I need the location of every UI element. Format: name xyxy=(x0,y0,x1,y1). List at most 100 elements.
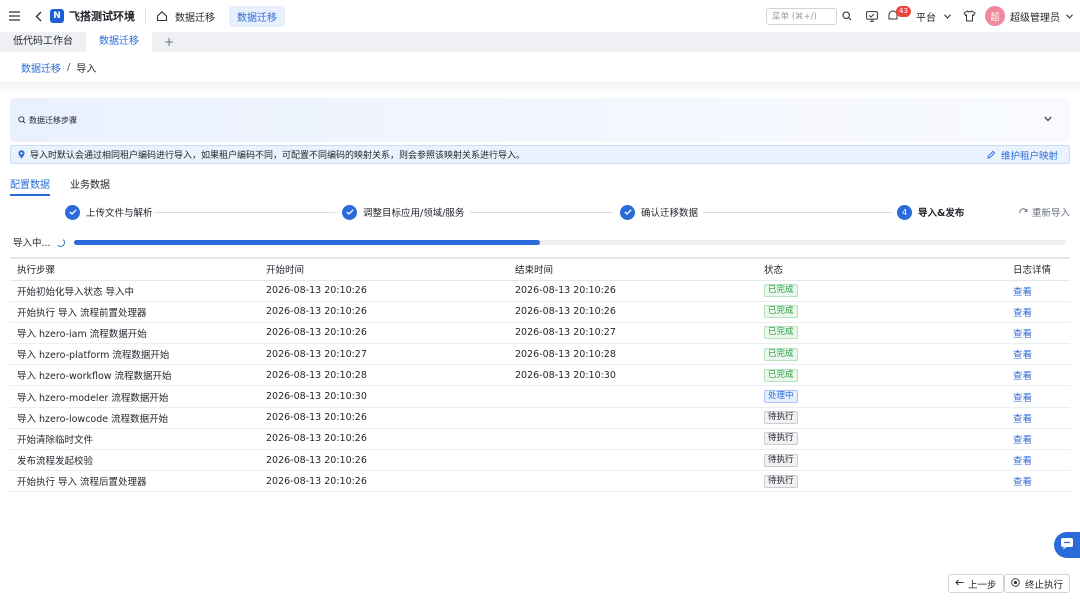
view-log-link[interactable]: 查看 xyxy=(1013,329,1032,340)
view-log-link[interactable]: 查看 xyxy=(1013,308,1032,319)
tab-business-data[interactable]: 业务数据 xyxy=(70,176,110,196)
edit-icon xyxy=(987,150,996,159)
status-cell: 已完成 xyxy=(757,343,1006,366)
search-icon[interactable] xyxy=(842,11,852,21)
col-end-time: 结束时间 xyxy=(508,257,757,281)
app-logo[interactable]: N 飞搭测试环境 xyxy=(50,8,135,24)
notification-badge: 43 xyxy=(896,6,911,17)
log-cell: 查看 xyxy=(1006,470,1070,493)
start-time-cell: 2026-08-13 20:10:26 xyxy=(259,280,508,302)
notice-action: 维护租户映射 xyxy=(1000,150,1058,162)
active-top-tab[interactable]: 数据迁移 xyxy=(229,5,285,27)
progress-fill xyxy=(74,240,541,245)
tab-lowcode-workbench[interactable]: 低代码工作台 xyxy=(0,32,86,52)
platform-switch[interactable]: 平台 xyxy=(916,9,936,24)
step-import-publish: 4 导入&发布 xyxy=(897,203,964,221)
check-icon xyxy=(342,204,357,220)
end-time-cell: 2026-08-13 20:10:27 xyxy=(508,322,757,345)
log-cell: 查看 xyxy=(1006,449,1070,472)
view-log-link[interactable]: 查看 xyxy=(1013,477,1032,488)
migration-steps-panel[interactable]: 数据迁移步骤 xyxy=(10,98,1070,142)
status-badge: 待执行 xyxy=(764,474,798,488)
chat-icon xyxy=(1060,537,1074,553)
status-cell: 已完成 xyxy=(757,364,1006,387)
view-log-link[interactable]: 查看 xyxy=(1013,414,1032,425)
view-log-link[interactable]: 查看 xyxy=(1013,435,1032,446)
view-log-link[interactable]: 查看 xyxy=(1013,287,1032,298)
log-cell: 查看 xyxy=(1006,301,1070,323)
chevron-down-icon[interactable] xyxy=(944,13,951,19)
add-tab-button[interactable]: + xyxy=(152,32,186,52)
step-adjust-target: 调整目标应用/领域/服务 xyxy=(342,203,464,221)
step-label: 确认迁移数据 xyxy=(641,208,699,219)
start-time-cell: 2026-08-13 20:10:26 xyxy=(259,449,508,472)
end-time-cell xyxy=(508,470,757,493)
end-time-cell xyxy=(508,449,757,472)
view-log-link[interactable]: 查看 xyxy=(1013,371,1032,382)
help-float-button[interactable] xyxy=(1054,532,1080,558)
stop-execution-label: 终止执行 xyxy=(1025,579,1064,591)
col-status: 状态 xyxy=(757,257,1006,281)
menu-icon[interactable] xyxy=(9,11,20,21)
step-connector xyxy=(154,212,335,213)
end-time-cell: 2026-08-13 20:10:26 xyxy=(508,280,757,302)
status-cell: 待执行 xyxy=(757,428,1006,451)
step-cell: 开始初始化导入状态 导入中 xyxy=(10,280,259,302)
tab-config-data[interactable]: 配置数据 xyxy=(10,176,50,196)
log-cell: 查看 xyxy=(1006,364,1070,387)
user-name[interactable]: 超级管理员 xyxy=(1010,9,1060,24)
import-progress: 导入中... xyxy=(13,235,1073,249)
home-crumb[interactable]: 数据迁移 xyxy=(175,9,215,24)
log-cell: 查看 xyxy=(1006,407,1070,429)
end-time-cell xyxy=(508,428,757,451)
search-placeholder: 菜单 (⌘+/) xyxy=(772,12,817,22)
reimport-label: 重新导入 xyxy=(1031,208,1070,219)
loading-spinner-icon xyxy=(55,237,65,247)
step-cell: 开始执行 导入 流程前置处理器 xyxy=(10,301,259,323)
step-cell: 开始执行 导入 流程后置处理器 xyxy=(10,470,259,493)
monitor-icon[interactable] xyxy=(866,10,878,22)
end-time-cell: 2026-08-13 20:10:28 xyxy=(508,343,757,366)
status-badge: 处理中 xyxy=(764,390,798,404)
step-label: 调整目标应用/领域/服务 xyxy=(363,208,465,219)
arrow-left-icon xyxy=(955,578,964,589)
shirt-icon[interactable] xyxy=(963,10,976,22)
stop-icon xyxy=(1011,577,1020,590)
col-step: 执行步骤 xyxy=(10,257,259,281)
chevron-down-icon[interactable] xyxy=(1044,114,1052,125)
stop-execution-button[interactable]: 终止执行 xyxy=(1004,574,1071,593)
step-upload: 上传文件与解析 xyxy=(65,203,153,221)
previous-step-button[interactable]: 上一步 xyxy=(948,574,1004,593)
view-log-link[interactable]: 查看 xyxy=(1013,393,1032,404)
step-cell: 导入 hzero-modeler 流程数据开始 xyxy=(10,385,259,408)
status-cell: 已完成 xyxy=(757,301,1006,323)
execution-steps-table: 执行步骤 开始时间 结束时间 状态 日志详情 开始初始化导入状态 导入中 2026… xyxy=(10,257,1070,493)
start-time-cell: 2026-08-13 20:10:26 xyxy=(259,301,508,323)
previous-step-label: 上一步 xyxy=(968,579,997,591)
back-icon[interactable] xyxy=(35,11,42,22)
home-icon[interactable] xyxy=(156,10,168,22)
view-log-link[interactable]: 查看 xyxy=(1013,350,1032,361)
menu-search-input[interactable]: 菜单 (⌘+/) xyxy=(766,7,837,25)
table-row: 开始执行 导入 流程前置处理器 2026-08-13 20:10:26 2026-0… xyxy=(10,301,1070,323)
breadcrumb-parent[interactable]: 数据迁移 xyxy=(21,60,61,75)
step-cell: 导入 hzero-iam 流程数据开始 xyxy=(10,322,259,345)
table-row: 开始初始化导入状态 导入中 2026-08-13 20:10:26 2026-08-… xyxy=(10,280,1070,302)
step-confirm-data: 确认迁移数据 xyxy=(620,203,698,221)
step-label: 导入&发布 xyxy=(918,208,965,219)
status-badge: 已完成 xyxy=(764,368,798,382)
maintain-tenant-mapping-link[interactable]: 维护租户映射 xyxy=(987,146,1058,163)
start-time-cell: 2026-08-13 20:10:26 xyxy=(259,428,508,451)
reimport-button[interactable]: 重新导入 xyxy=(1019,203,1070,221)
table-header: 执行步骤 开始时间 结束时间 状态 日志详情 xyxy=(10,257,1070,281)
step-label: 上传文件与解析 xyxy=(86,208,153,219)
view-log-link[interactable]: 查看 xyxy=(1013,456,1032,467)
start-time-cell: 2026-08-13 20:10:28 xyxy=(259,364,508,387)
tab-data-migration[interactable]: 数据迁移 xyxy=(86,32,152,52)
start-time-cell: 2026-08-13 20:10:26 xyxy=(259,407,508,429)
avatar[interactable]: 超 xyxy=(985,6,1005,26)
status-cell: 待执行 xyxy=(757,407,1006,429)
notification-icon[interactable]: 43 xyxy=(887,6,911,22)
breadcrumb-current: 导入 xyxy=(76,63,97,75)
chevron-down-icon[interactable] xyxy=(1066,13,1073,19)
